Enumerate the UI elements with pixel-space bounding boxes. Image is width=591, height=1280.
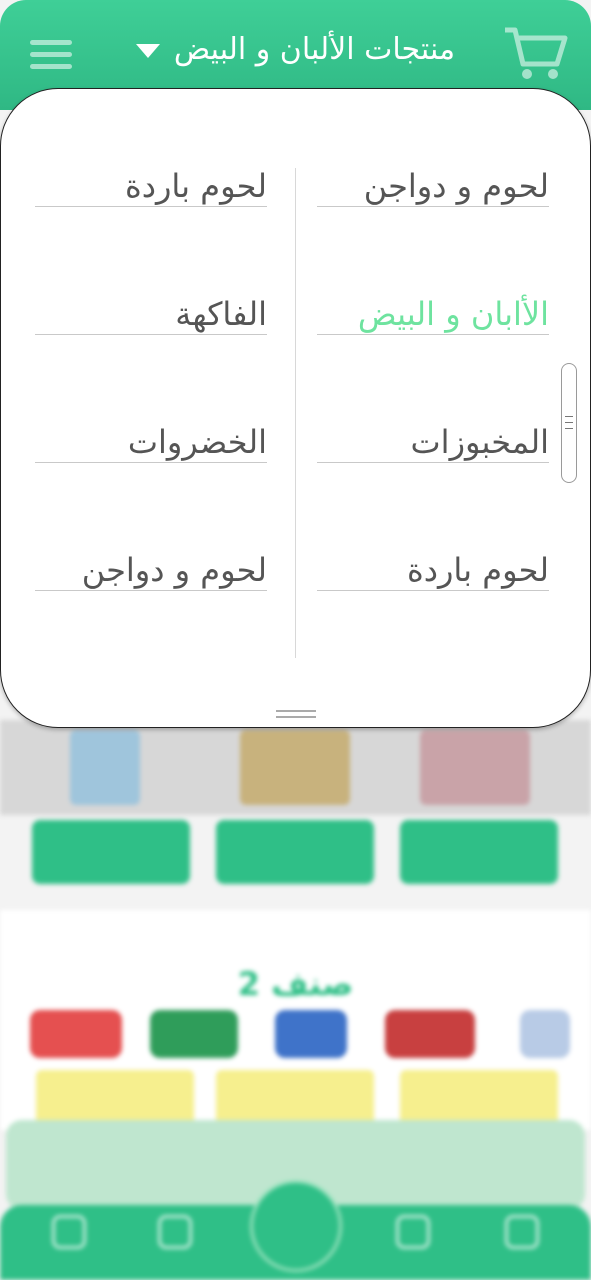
category-item[interactable]: الخضروات <box>35 421 267 463</box>
brand-logo[interactable] <box>520 1010 570 1058</box>
section-title: صنف 2 <box>237 965 354 1003</box>
category-item[interactable]: لحوم باردة <box>317 549 549 591</box>
star-icon[interactable] <box>396 1215 430 1249</box>
category-item[interactable]: لحوم و دواجن <box>35 549 267 591</box>
product-image <box>240 730 350 805</box>
price-button[interactable] <box>216 820 374 884</box>
price-button[interactable] <box>32 820 190 884</box>
phone-icon[interactable] <box>52 1215 86 1249</box>
brand-logo[interactable] <box>150 1010 238 1058</box>
category-item-active[interactable]: الأابان و البيض <box>317 293 549 335</box>
product-image <box>420 730 530 805</box>
caret-down-icon <box>135 43 160 58</box>
background-content: صنف 2 <box>0 700 591 1280</box>
column-divider <box>295 168 296 658</box>
product-image <box>70 730 140 805</box>
brand-logo[interactable] <box>275 1010 347 1058</box>
brand-logo[interactable] <box>385 1010 475 1058</box>
page-title: منتجات الألبان و البيض <box>173 32 456 67</box>
brand-logo[interactable] <box>30 1010 122 1058</box>
category-item[interactable]: لحوم باردة <box>35 165 267 207</box>
category-item[interactable]: المخبوزات <box>317 421 549 463</box>
category-item[interactable]: لحوم و دواجن <box>317 165 549 207</box>
image-icon[interactable] <box>158 1215 192 1249</box>
drag-handle[interactable] <box>276 710 316 719</box>
center-cart-button[interactable] <box>250 1180 342 1272</box>
scrollbar-thumb[interactable] <box>561 363 577 483</box>
wallet-icon[interactable] <box>505 1215 539 1249</box>
shopping-cart-icon[interactable] <box>503 24 569 82</box>
price-button[interactable] <box>400 820 558 884</box>
category-item[interactable]: الفاكهة <box>35 293 267 335</box>
